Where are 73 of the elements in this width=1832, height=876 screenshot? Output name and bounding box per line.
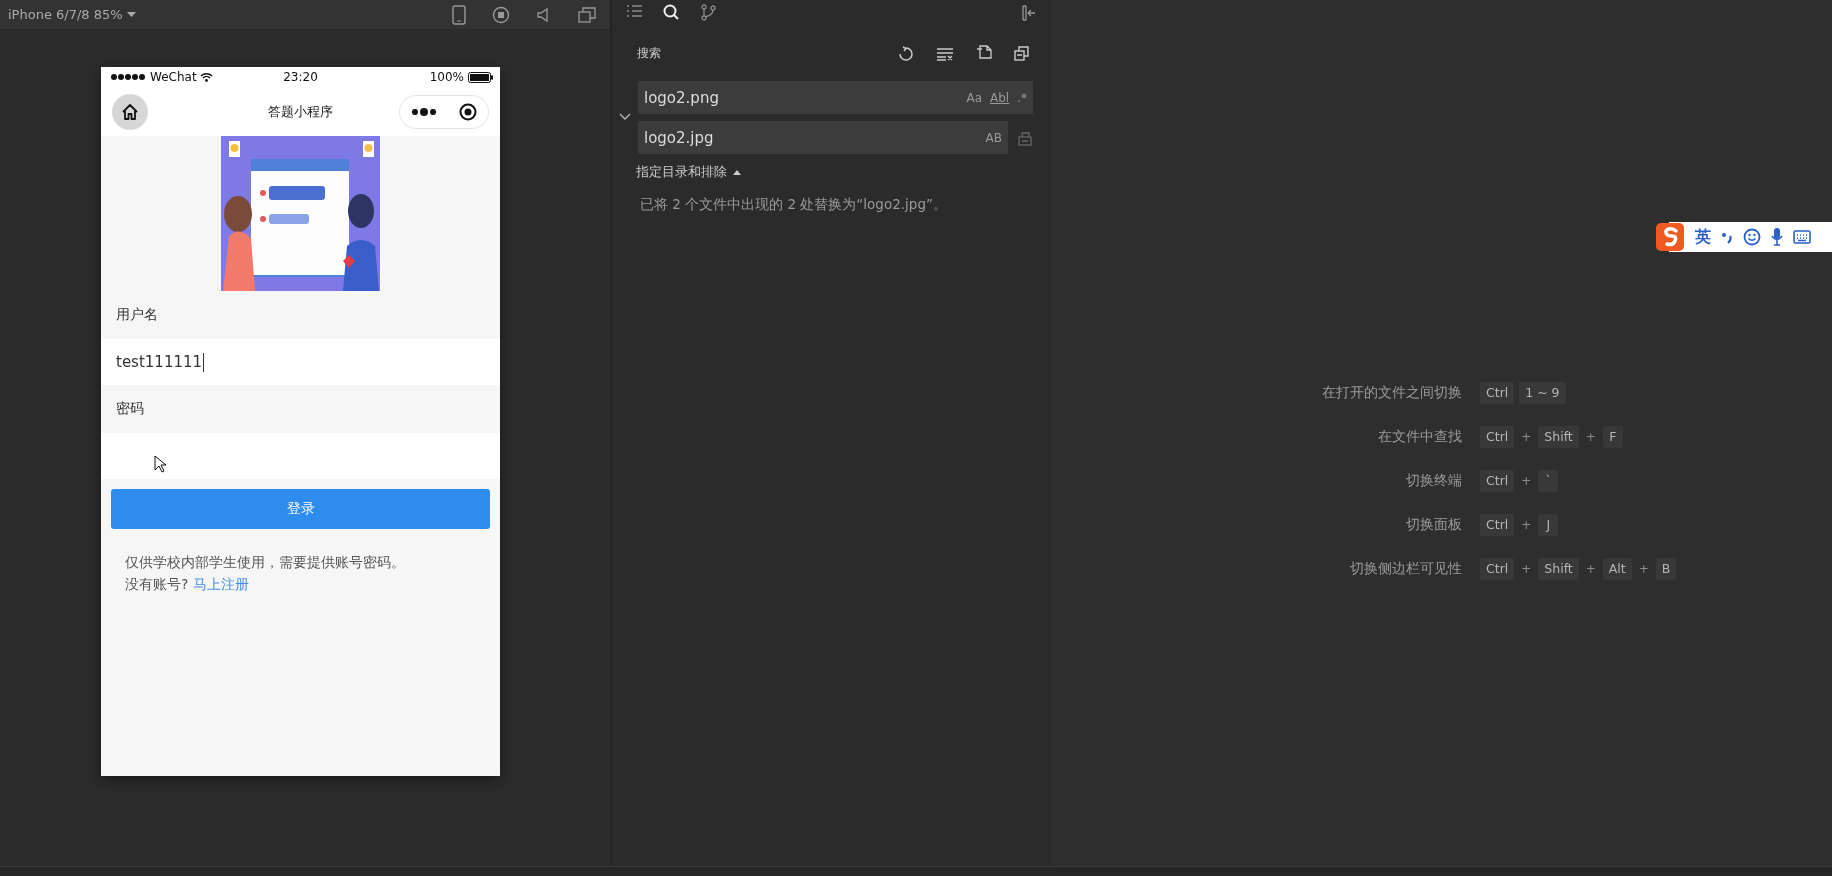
plus-sign: + — [1521, 474, 1532, 488]
key-label: F — [1602, 426, 1623, 448]
username-field[interactable]: test111111 — [101, 339, 500, 385]
login-button[interactable]: 登录 — [111, 489, 490, 529]
search-field[interactable]: logo2.png Aa Abl .* — [638, 81, 1033, 114]
ime-logo-icon[interactable] — [1655, 222, 1685, 252]
battery-icon — [468, 71, 493, 83]
key-label: Alt — [1602, 558, 1632, 580]
caret-icon — [126, 11, 136, 18]
scope-toggle[interactable]: 指定目录和排除 — [636, 164, 741, 181]
plus-sign: + — [1521, 518, 1532, 532]
home-icon — [121, 102, 139, 121]
key-label: Ctrl — [1480, 470, 1515, 492]
match-case-toggle[interactable]: Aa — [966, 90, 982, 105]
phone-icon[interactable] — [452, 4, 466, 25]
microphone-icon[interactable] — [1771, 228, 1783, 246]
refresh-icon[interactable] — [898, 45, 914, 62]
search-icon[interactable] — [663, 4, 680, 21]
field-label: 用户名 — [115, 305, 159, 324]
notice-text: 仅供学校内部学生使用，需要提供账号密码。 — [125, 554, 405, 570]
shortcut-label: 在打开的文件之间切换 — [1321, 384, 1462, 402]
windows-icon[interactable] — [578, 6, 596, 23]
register-link[interactable]: 马上注册 — [192, 576, 249, 592]
home-button[interactable] — [112, 93, 148, 130]
status-time: 23:20 — [283, 70, 318, 84]
new-file-icon[interactable] — [976, 45, 992, 62]
key-label: Ctrl — [1480, 558, 1515, 580]
wifi-icon — [199, 72, 213, 82]
result-message: 已将 2 个文件中出现的 2 处替换为“logo2.jpg”。 — [640, 196, 948, 214]
key-label: Ctrl — [1480, 426, 1515, 448]
device-selector[interactable]: iPhone 6/7/8 85% — [8, 7, 136, 22]
smiley-icon[interactable] — [1743, 228, 1761, 246]
key-label: B — [1655, 558, 1677, 580]
more-icon[interactable] — [411, 107, 436, 116]
plus-sign: + — [1521, 562, 1532, 576]
shortcut-label: 切换侧边栏可见性 — [1349, 560, 1462, 578]
branch-icon[interactable] — [700, 4, 717, 21]
key-label: Shift — [1538, 558, 1579, 580]
regex-toggle[interactable]: .* — [1017, 90, 1027, 105]
plus-sign: + — [1585, 562, 1596, 576]
mouse-pointer-icon — [154, 455, 166, 473]
key-label: Ctrl — [1480, 514, 1515, 536]
key-label: Ctrl — [1480, 382, 1515, 404]
plus-sign: + — [1585, 430, 1596, 444]
battery-percent: 100% — [429, 70, 464, 84]
shortcut-label: 在文件中查找 — [1377, 428, 1462, 446]
caret-up-icon — [733, 170, 741, 175]
page-title: 答题小程序 — [268, 103, 333, 119]
clear-results-icon[interactable] — [936, 46, 954, 61]
collapse-all-icon[interactable] — [1014, 46, 1029, 61]
plus-sign: + — [1638, 562, 1649, 576]
shortcut-label: 切换面板 — [1405, 516, 1462, 534]
key-label: 1 ~ 9 — [1519, 382, 1566, 404]
key-label: Shift — [1538, 426, 1579, 448]
stop-icon[interactable] — [492, 5, 510, 24]
punctuation-icon[interactable] — [1721, 230, 1733, 244]
replace-field[interactable]: logo2.jpg AB — [638, 121, 1008, 154]
keyboard-icon[interactable] — [1793, 230, 1811, 244]
preserve-case-toggle[interactable]: AB — [985, 130, 1002, 145]
shortcut-label: 切换终端 — [1405, 472, 1462, 490]
whole-word-toggle[interactable]: Abl — [990, 90, 1010, 105]
field-label: 密码 — [115, 399, 145, 418]
collapse-icon[interactable] — [1021, 4, 1037, 21]
ime-language[interactable]: 英 — [1695, 226, 1711, 248]
chevron-down-icon[interactable] — [619, 113, 631, 121]
plus-sign: + — [1521, 430, 1532, 444]
key-label: J — [1538, 514, 1559, 536]
password-field[interactable] — [101, 433, 500, 479]
panel-title: 搜索 — [637, 45, 662, 62]
key-label: ` — [1538, 470, 1559, 492]
signal-icon — [111, 74, 147, 80]
carrier-name: WeChat — [150, 70, 197, 84]
no-account-text: 没有账号? — [125, 576, 189, 592]
